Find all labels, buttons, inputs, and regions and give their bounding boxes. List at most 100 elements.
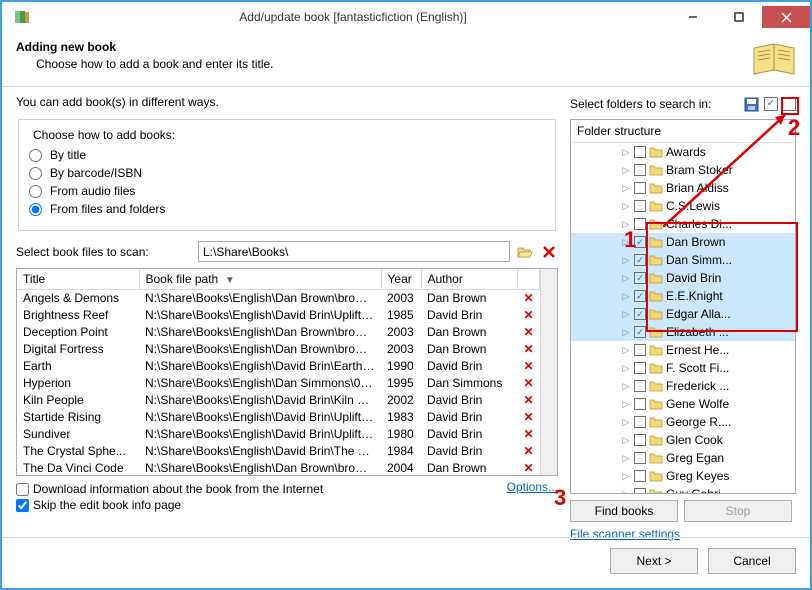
- cell-delete[interactable]: ✕: [518, 290, 540, 307]
- cell-delete[interactable]: ✕: [518, 392, 540, 409]
- clear-path-button[interactable]: [540, 243, 558, 261]
- cell-delete[interactable]: ✕: [518, 426, 540, 443]
- expand-icon[interactable]: ▷: [621, 165, 631, 175]
- table-row[interactable]: The Crystal Sphe...N:\Share\Books\Englis…: [17, 443, 540, 460]
- expand-icon[interactable]: ▷: [621, 345, 631, 355]
- folder-checkbox[interactable]: [634, 308, 646, 320]
- folder-checkbox[interactable]: [634, 434, 646, 446]
- find-books-button[interactable]: Find books: [570, 500, 678, 522]
- expand-icon[interactable]: ▷: [621, 147, 631, 157]
- folder-checkbox[interactable]: [634, 290, 646, 302]
- radio-from-files[interactable]: From files and folders: [29, 202, 545, 216]
- cancel-button[interactable]: Cancel: [708, 548, 796, 574]
- table-row[interactable]: Kiln PeopleN:\Share\Books\English\David …: [17, 392, 540, 409]
- table-row[interactable]: Brightness ReefN:\Share\Books\English\Da…: [17, 307, 540, 324]
- folder-node[interactable]: ▷Dan Simm...: [571, 251, 795, 269]
- folder-node[interactable]: ▷Glen Cook: [571, 431, 795, 449]
- next-button[interactable]: Next >: [610, 548, 698, 574]
- folder-node[interactable]: ▷Guy Gabri...: [571, 485, 795, 494]
- folder-node[interactable]: ▷Brian Aldiss: [571, 179, 795, 197]
- folder-node[interactable]: ▷Greg Keyes: [571, 467, 795, 485]
- radio-by-title[interactable]: By title: [29, 148, 545, 162]
- folder-node[interactable]: ▷Bram Stoker: [571, 161, 795, 179]
- browse-folder-button[interactable]: [516, 243, 534, 261]
- folder-node[interactable]: ▷C.S.Lewis: [571, 197, 795, 215]
- cell-delete[interactable]: ✕: [518, 307, 540, 324]
- expand-icon[interactable]: ▷: [621, 327, 631, 337]
- radio-from-audio[interactable]: From audio files: [29, 184, 545, 198]
- col-author[interactable]: Author: [421, 269, 518, 290]
- folder-checkbox[interactable]: [634, 326, 646, 338]
- radio-by-barcode[interactable]: By barcode/ISBN: [29, 166, 545, 180]
- table-row[interactable]: Deception PointN:\Share\Books\English\Da…: [17, 324, 540, 341]
- folder-checkbox[interactable]: [634, 272, 646, 284]
- table-row[interactable]: Digital FortressN:\Share\Books\English\D…: [17, 341, 540, 358]
- expand-icon[interactable]: ▷: [621, 363, 631, 373]
- folder-node[interactable]: ▷Elizabeth ...: [571, 323, 795, 341]
- folder-node[interactable]: ▷Awards: [571, 143, 795, 161]
- folder-checkbox[interactable]: [634, 164, 646, 176]
- folder-node[interactable]: ▷Greg Egan: [571, 449, 795, 467]
- folder-node[interactable]: ▷Ernest He...: [571, 341, 795, 359]
- folder-checkbox[interactable]: [634, 488, 646, 494]
- cell-delete[interactable]: ✕: [518, 358, 540, 375]
- uncheck-all-button[interactable]: [782, 97, 796, 111]
- expand-icon[interactable]: ▷: [621, 417, 631, 427]
- folder-node[interactable]: ▷Frederick ...: [571, 377, 795, 395]
- col-path[interactable]: Book file path ▼: [139, 269, 381, 290]
- expand-icon[interactable]: ▷: [621, 381, 631, 391]
- chk-download[interactable]: Download information about the book from…: [16, 482, 507, 496]
- minimize-button[interactable]: [670, 6, 716, 28]
- table-scrollbar[interactable]: [540, 269, 557, 475]
- cell-delete[interactable]: ✕: [518, 324, 540, 341]
- folder-checkbox[interactable]: [634, 236, 646, 248]
- maximize-button[interactable]: [716, 6, 762, 28]
- save-folders-button[interactable]: [742, 95, 760, 113]
- chk-skip-edit[interactable]: Skip the edit book info page: [16, 498, 507, 512]
- folder-node[interactable]: ▷F. Scott Fi...: [571, 359, 795, 377]
- folder-checkbox[interactable]: [634, 398, 646, 410]
- folder-checkbox[interactable]: [634, 200, 646, 212]
- folder-node[interactable]: ▷E.E.Knight: [571, 287, 795, 305]
- folder-checkbox[interactable]: [634, 146, 646, 158]
- expand-icon[interactable]: ▷: [621, 255, 631, 265]
- table-row[interactable]: SundiverN:\Share\Books\English\David Bri…: [17, 426, 540, 443]
- check-all-button[interactable]: ✓: [764, 97, 778, 111]
- folder-checkbox[interactable]: [634, 362, 646, 374]
- folder-node[interactable]: ▷Gene Wolfe: [571, 395, 795, 413]
- table-row[interactable]: EarthN:\Share\Books\English\David Brin\E…: [17, 358, 540, 375]
- table-row[interactable]: Startide RisingN:\Share\Books\English\Da…: [17, 409, 540, 426]
- expand-icon[interactable]: ▷: [621, 291, 631, 301]
- expand-icon[interactable]: ▷: [621, 183, 631, 193]
- folder-checkbox[interactable]: [634, 182, 646, 194]
- folder-node[interactable]: ▷George R....: [571, 413, 795, 431]
- cell-delete[interactable]: ✕: [518, 443, 540, 460]
- expand-icon[interactable]: ▷: [621, 309, 631, 319]
- cell-delete[interactable]: ✕: [518, 409, 540, 426]
- table-row[interactable]: Angels & DemonsN:\Share\Books\English\Da…: [17, 290, 540, 307]
- table-row[interactable]: The Da Vinci CodeN:\Share\Books\English\…: [17, 460, 540, 476]
- options-link[interactable]: Options...: [507, 480, 558, 514]
- col-year[interactable]: Year: [381, 269, 421, 290]
- expand-icon[interactable]: ▷: [621, 453, 631, 463]
- folder-checkbox[interactable]: [634, 470, 646, 482]
- cell-delete[interactable]: ✕: [518, 375, 540, 392]
- folder-checkbox[interactable]: [634, 380, 646, 392]
- table-row[interactable]: HyperionN:\Share\Books\English\Dan Simmo…: [17, 375, 540, 392]
- expand-icon[interactable]: ▷: [621, 435, 631, 445]
- expand-icon[interactable]: ▷: [621, 201, 631, 211]
- expand-icon[interactable]: ▷: [621, 399, 631, 409]
- expand-icon[interactable]: ▷: [621, 237, 631, 247]
- folder-node[interactable]: ▷Charles Di...: [571, 215, 795, 233]
- cell-delete[interactable]: ✕: [518, 460, 540, 476]
- expand-icon[interactable]: ▷: [621, 471, 631, 481]
- folder-checkbox[interactable]: [634, 254, 646, 266]
- folder-checkbox[interactable]: [634, 344, 646, 356]
- folder-checkbox[interactable]: [634, 452, 646, 464]
- folder-node[interactable]: ▷Dan Brown: [571, 233, 795, 251]
- close-button[interactable]: [762, 6, 810, 28]
- cell-delete[interactable]: ✕: [518, 341, 540, 358]
- folder-node[interactable]: ▷Edgar Alla...: [571, 305, 795, 323]
- col-title[interactable]: Title: [17, 269, 139, 290]
- expand-icon[interactable]: ▷: [621, 219, 631, 229]
